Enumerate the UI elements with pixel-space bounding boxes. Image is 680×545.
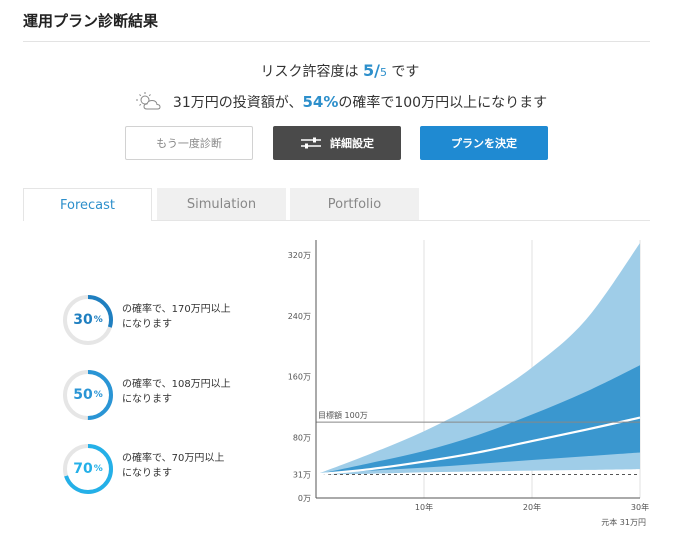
- y-tick-label: 320万: [288, 251, 311, 260]
- tab-divider: [152, 220, 650, 221]
- risk-max: 5: [379, 66, 387, 79]
- probability-item: 30% の確率で、170万円以上 になります: [62, 294, 262, 346]
- y-tick-label: 31万: [293, 470, 311, 479]
- sliders-icon: [301, 137, 321, 149]
- forecast-summary-line: 31万円の投資額が、54%の確率で100万円以上になります: [0, 91, 680, 115]
- risk-value: 5: [363, 61, 375, 80]
- probability-item: 70% の確率で、70万円以上 になります: [62, 443, 262, 495]
- x-tick-label: 30年: [631, 502, 649, 512]
- probability-value: 50%: [73, 387, 103, 403]
- probability-description: の確率で、170万円以上 になります: [122, 304, 231, 330]
- risk-tolerance-line: リスク許容度は 5/5 です: [0, 61, 680, 81]
- page-title: 運用プラン診断結果: [23, 12, 159, 30]
- partly-cloudy-icon: [133, 91, 167, 115]
- probability-item: 50% の確率で、108万円以上 になります: [62, 369, 262, 421]
- forecast-suffix: の確率で100万円以上になります: [338, 95, 548, 111]
- probability-description: の確率で、70万円以上 になります: [122, 453, 225, 479]
- risk-suffix: です: [386, 64, 420, 80]
- probability-value: 30%: [73, 312, 103, 328]
- risk-prefix: リスク許容度は: [260, 64, 363, 80]
- x-tick-label: 10年: [415, 502, 433, 512]
- x-tick-label: 20年: [523, 502, 541, 512]
- tab-portfolio[interactable]: Portfolio: [290, 188, 419, 221]
- retry-diagnosis-button[interactable]: もう一度診断: [125, 126, 253, 160]
- decide-plan-button[interactable]: プランを決定: [420, 126, 548, 160]
- y-tick-label: 80万: [293, 433, 311, 442]
- y-tick-label: 240万: [288, 312, 311, 321]
- goal-label: 目標額 100万: [318, 410, 368, 420]
- tab-simulation[interactable]: Simulation: [157, 188, 286, 221]
- principal-label: 元本 31万円: [601, 517, 646, 527]
- probability-value: 70%: [73, 461, 103, 477]
- title-divider: [23, 41, 650, 42]
- forecast-chart: 目標額 100万 0万 31万 80万 160万 240万 320万 10年 20年 30年元本 …: [288, 240, 649, 527]
- tab-forecast[interactable]: Forecast: [23, 188, 152, 221]
- detail-settings-button[interactable]: 詳細設定: [273, 126, 401, 160]
- y-tick-label: 0万: [298, 494, 311, 503]
- probability-description: の確率で、108万円以上 になります: [122, 379, 231, 405]
- forecast-probability: 54%: [302, 93, 339, 111]
- forecast-prefix: 31万円の投資額が、: [172, 95, 303, 111]
- y-tick-label: 160万: [288, 373, 311, 382]
- detail-settings-label: 詳細設定: [330, 137, 374, 150]
